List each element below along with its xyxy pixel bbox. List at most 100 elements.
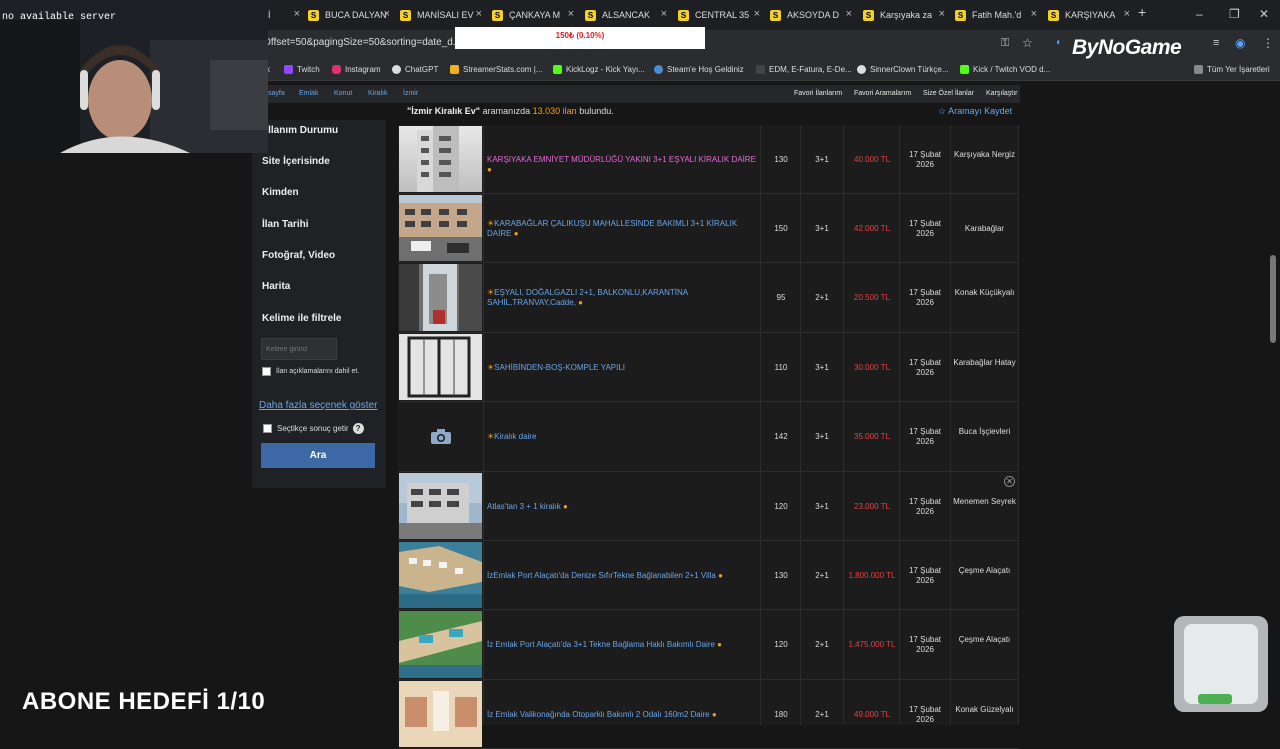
browser-tab[interactable]: S KARŞIYAKA × — [1048, 4, 1134, 26]
listing-title[interactable]: ☀KARABAĞLAR ÇALIKUŞU MAHALLESİNDE BAKIML… — [487, 219, 759, 239]
bulb-icon: ● — [513, 229, 519, 238]
close-icon[interactable]: × — [294, 8, 300, 20]
listing-price: 49.000 TL — [854, 710, 890, 719]
bookmark-item[interactable]: SinnerClown Türkçe... — [857, 65, 949, 74]
listing-row[interactable]: ☀Kiralık daire 142 3+1 35.000 TL 17 Şuba… — [398, 402, 1019, 472]
include-desc-row[interactable]: İlan açıklamalarını dahil et. — [262, 367, 359, 376]
breadcrumb-item[interactable]: Kiralık — [368, 90, 387, 97]
listing-row[interactable]: Atlas'tan 3 + 1 kiralık ● 120 3+1 23.000… — [398, 472, 1019, 541]
bookmark-item[interactable]: EDM, E-Fatura, E-De... — [756, 65, 852, 74]
listing-row[interactable]: İz Emlak Valikonağında Otoparklı Bakımlı… — [398, 680, 1019, 749]
listing-date: 17 Şubat 2026 — [908, 219, 942, 238]
breadcrumb-item[interactable]: sayfa — [268, 90, 285, 97]
selective-checkbox[interactable] — [263, 424, 272, 433]
breadcrumb-item[interactable]: Konut — [334, 90, 352, 97]
listing-title[interactable]: İzEmlak Port Alaçatı'da Denize SıfırTekn… — [487, 571, 759, 581]
bookmark-item[interactable]: KickLogz - Kick Yayı... — [553, 65, 645, 74]
page-scrollbar[interactable] — [1270, 255, 1276, 343]
breadcrumb-item[interactable]: İzmir — [403, 90, 418, 97]
listing-title[interactable]: İz Emlak Port Alaçatı'da 3+1 Tekne Bağla… — [487, 640, 759, 650]
listing-row[interactable]: İzEmlak Port Alaçatı'da Denize SıfırTekn… — [398, 541, 1019, 610]
browser-tab[interactable]: S Fatih Mah.'d × — [955, 4, 1041, 26]
listing-photo[interactable] — [399, 126, 482, 192]
listing-photo[interactable] — [399, 264, 482, 331]
filter-in-site[interactable]: Site İçerisinde — [262, 156, 330, 167]
listing-row[interactable]: ☀EŞYALI, DOĞALGAZLI 2+1, BALKONLU,KARANT… — [398, 263, 1019, 333]
bookmark-item[interactable]: Tüm Yer İşaretleri — [1194, 65, 1270, 74]
keyword-input[interactable] — [261, 338, 337, 360]
nav-special-listings[interactable]: Size Özel İlanlar — [923, 90, 974, 97]
close-icon[interactable]: × — [939, 8, 945, 20]
browser-tab[interactable]: İ × — [268, 4, 304, 26]
close-icon[interactable]: × — [568, 8, 574, 20]
listing-row[interactable]: ☀KARABAĞLAR ÇALIKUŞU MAHALLESİNDE BAKIML… — [398, 194, 1019, 263]
filter-map[interactable]: Harita — [262, 281, 290, 292]
save-search-link[interactable]: ☆ Aramayı Kaydet — [938, 106, 1012, 117]
search-button[interactable]: Ara — [261, 443, 375, 468]
listing-photo[interactable] — [399, 334, 482, 400]
nav-favorite-listings[interactable]: Favori İlanlarım — [794, 90, 842, 97]
filter-keyword[interactable]: Kelime ile filtrele — [262, 313, 341, 324]
browser-tab[interactable]: S ALSANCAK × — [585, 4, 671, 26]
close-icon[interactable]: × — [476, 8, 482, 20]
close-icon[interactable]: × — [661, 8, 667, 20]
listing-photo[interactable] — [399, 681, 482, 747]
bookmark-item[interactable]: Steam'e Hoş Geldiniz — [654, 65, 744, 74]
listing-title[interactable]: ☀SAHİBİNDEN-BOŞ-KOMPLE YAPILI — [487, 363, 759, 373]
sahibinden-icon: S — [492, 9, 503, 21]
minimize-icon[interactable]: – — [1196, 7, 1203, 21]
browser-tab[interactable]: S MANİSALI EV × — [400, 4, 486, 26]
include-desc-checkbox[interactable] — [262, 367, 271, 376]
close-circle-icon[interactable]: ✕ — [1004, 476, 1015, 487]
edm-icon — [756, 65, 765, 74]
listing-row[interactable]: İz Emlak Port Alaçatı'da 3+1 Tekne Bağla… — [398, 610, 1019, 680]
filter-photo-video[interactable]: Fotoğraf, Video — [262, 250, 335, 261]
maximize-icon[interactable]: ❐ — [1229, 7, 1240, 21]
more-icon[interactable]: ⋮ — [1262, 36, 1274, 50]
listing-row[interactable]: KARŞIYAKA EMNİYET MÜDÜRLÜĞÜ YAKINI 3+1 E… — [398, 125, 1019, 194]
listing-title[interactable]: Atlas'tan 3 + 1 kiralık ● — [487, 502, 759, 512]
profile-icon[interactable]: ◉ — [1235, 36, 1245, 50]
more-options-link[interactable]: Daha fazla seçenek göster — [259, 400, 377, 411]
filter-usage-status[interactable]: ullanım Durumu — [262, 125, 338, 136]
breadcrumb-item[interactable]: Emlak — [299, 90, 318, 97]
key-icon[interactable]: ⚿ — [1001, 37, 1009, 50]
browser-tab[interactable]: S AKSOYDA D × — [770, 4, 856, 26]
listings-table: KARŞIYAKA EMNİYET MÜDÜRLÜĞÜ YAKINI 3+1 E… — [398, 125, 1019, 749]
listing-photo[interactable] — [399, 195, 482, 261]
new-tab-icon[interactable]: + — [1138, 4, 1146, 20]
listing-photo[interactable] — [399, 542, 482, 608]
listing-title[interactable]: KARŞIYAKA EMNİYET MÜDÜRLÜĞÜ YAKINI 3+1 E… — [487, 155, 759, 175]
close-icon[interactable]: × — [1124, 8, 1130, 20]
browser-tab[interactable]: S CENTRAL 35 × — [678, 4, 764, 26]
listing-row[interactable]: ☀SAHİBİNDEN-BOŞ-KOMPLE YAPILI 110 3+1 30… — [398, 333, 1019, 402]
extension-icon[interactable]: ◖ — [1055, 37, 1061, 48]
bookmark-item[interactable]: StreamerStats.com |... — [450, 65, 542, 74]
window-close-icon[interactable]: ✕ — [1259, 7, 1269, 21]
bookmark-item[interactable]: Instagram — [332, 65, 381, 74]
help-icon[interactable]: ? — [352, 423, 364, 434]
selective-row[interactable]: Seçtikçe sonuç getir? — [263, 423, 364, 434]
browser-tab[interactable]: S ÇANKAYA M × — [492, 4, 578, 26]
close-icon[interactable]: × — [384, 8, 390, 20]
close-icon[interactable]: × — [846, 8, 852, 20]
menu-lines-icon[interactable]: ≡ — [1213, 37, 1219, 49]
bookmark-item[interactable]: Twitch — [284, 65, 320, 74]
bookmark-star-icon[interactable]: ☆ — [1022, 36, 1033, 50]
nav-compare[interactable]: Karşılaştır — [986, 90, 1018, 97]
browser-tab[interactable]: S Karşıyaka za × — [863, 4, 949, 26]
listing-title[interactable]: ☀Kiralık daire — [487, 432, 759, 442]
filter-listing-date[interactable]: İlan Tarihi — [262, 219, 309, 230]
browser-tab[interactable]: S BUCA DALYAN × — [308, 4, 394, 26]
nav-favorite-searches[interactable]: Favori Aramalarım — [854, 90, 911, 97]
close-icon[interactable]: × — [1031, 8, 1037, 20]
bookmark-item[interactable]: Kick / Twitch VOD d... — [960, 65, 1050, 74]
listing-photo[interactable] — [399, 473, 482, 539]
bookmark-item[interactable]: ChatGPT — [392, 65, 438, 74]
close-icon[interactable]: × — [754, 8, 760, 20]
listing-title[interactable]: ☀EŞYALI, DOĞALGAZLI 2+1, BALKONLU,KARANT… — [487, 288, 759, 308]
filter-from[interactable]: Kimden — [262, 187, 299, 198]
listing-location: Konak Güzelyalı — [955, 705, 1014, 714]
listing-title[interactable]: İz Emlak Valikonağında Otoparklı Bakımlı… — [487, 710, 759, 720]
listing-photo[interactable] — [399, 611, 482, 678]
